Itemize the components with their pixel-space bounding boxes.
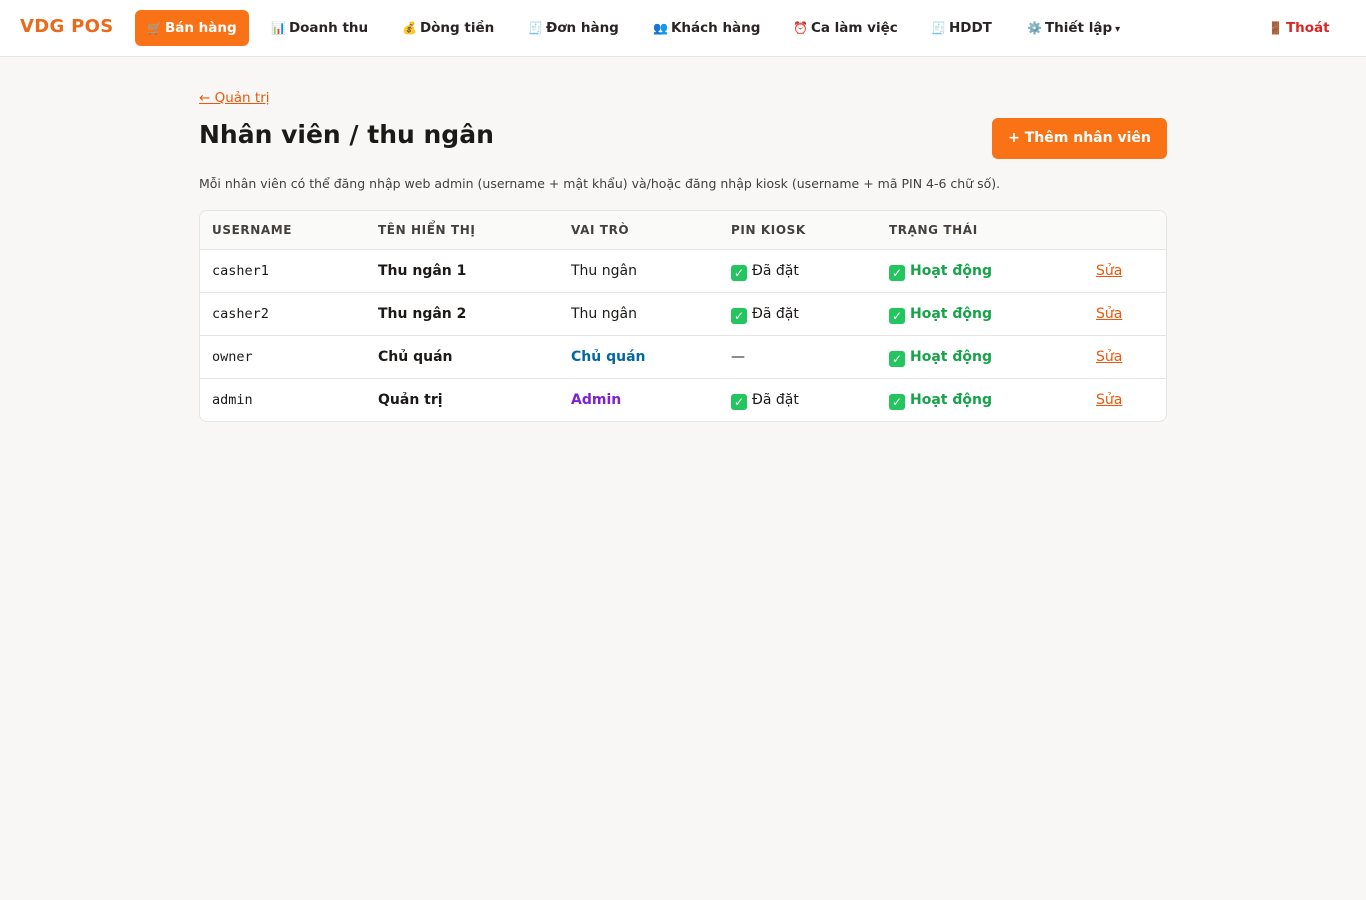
table-row: owner Chủ quán Chủ quán — ✓ Hoạt động Sửa bbox=[200, 336, 1166, 379]
pin-cell: ✓ Đã đặt bbox=[731, 306, 799, 324]
nav-item-dong-tien[interactable]: 💰 Dòng tiền bbox=[402, 10, 494, 46]
nav-item-label: Đơn hàng bbox=[545, 20, 619, 36]
role-cell: Thu ngân bbox=[571, 306, 637, 322]
nav-item-khach-hang[interactable]: 👥 Khách hàng bbox=[653, 10, 760, 46]
column-header-pin-kiosk: PIN KIOSK bbox=[731, 223, 806, 237]
bar-chart-icon: 📊 bbox=[271, 21, 286, 35]
status-badge: ✓ Hoạt động bbox=[889, 349, 992, 367]
check-icon: ✓ bbox=[731, 308, 747, 324]
edit-link[interactable]: Sửa bbox=[1096, 349, 1122, 365]
nav-item-label: Dòng tiền bbox=[419, 20, 495, 36]
nav-item-hddt[interactable]: 🧾 HDDT bbox=[931, 10, 992, 46]
pin-status-text: Đã đặt bbox=[752, 263, 799, 279]
column-header-username: USERNAME bbox=[212, 223, 293, 237]
back-link-quan-tri[interactable]: ← Quản trị bbox=[199, 90, 270, 106]
pin-cell: ✓ Đã đặt bbox=[731, 263, 799, 281]
username-cell: owner bbox=[212, 349, 253, 365]
check-icon: ✓ bbox=[731, 265, 747, 281]
display-name-cell: Thu ngân 2 bbox=[378, 306, 467, 322]
people-icon: 👥 bbox=[653, 21, 668, 35]
edit-link[interactable]: Sửa bbox=[1096, 306, 1122, 322]
check-icon: ✓ bbox=[889, 351, 905, 367]
pin-cell: — bbox=[731, 349, 745, 365]
check-icon: ✓ bbox=[889, 265, 905, 281]
table-row: casher2 Thu ngân 2 Thu ngân ✓ Đã đặt ✓ Hoạ… bbox=[200, 293, 1166, 336]
page-title: Nhân viên / thu ngân bbox=[199, 120, 494, 149]
display-name-cell: Quản trị bbox=[378, 392, 443, 408]
pin-cell: ✓ Đã đặt bbox=[731, 392, 799, 410]
table-header: USERNAME TÊN HIỂN THỊ VAI TRÒ PIN KIOSK … bbox=[200, 211, 1166, 250]
status-badge: ✓ Hoạt động bbox=[889, 263, 992, 281]
page-description: Mỗi nhân viên có thể đăng nhập web admin… bbox=[199, 176, 1001, 191]
status-text: Hoạt động bbox=[910, 349, 992, 365]
gear-icon: ⚙️ bbox=[1027, 21, 1042, 35]
check-icon: ✓ bbox=[889, 308, 905, 324]
top-navbar: VDG POS 🛒 Bán hàng 📊 Doanh thu 💰 Dòng tiền … bbox=[0, 0, 1366, 57]
role-cell: Thu ngân bbox=[571, 263, 637, 279]
receipt-icon: 🧾 bbox=[931, 21, 946, 35]
status-badge: ✓ Hoạt động bbox=[889, 306, 992, 324]
nav-item-label: Khách hàng bbox=[670, 20, 761, 36]
brand-logo[interactable]: VDG POS bbox=[20, 16, 113, 37]
status-text: Hoạt động bbox=[910, 392, 992, 408]
pin-status-text: Đã đặt bbox=[752, 306, 799, 322]
add-employee-button[interactable]: + Thêm nhân viên bbox=[992, 118, 1167, 159]
door-icon: 🚪 bbox=[1268, 21, 1283, 35]
nav-item-don-hang[interactable]: 🧾 Đơn hàng bbox=[528, 10, 619, 46]
nav-item-ban-hang[interactable]: 🛒 Bán hàng bbox=[135, 10, 249, 46]
status-text: Hoạt động bbox=[910, 306, 992, 322]
display-name-cell: Thu ngân 1 bbox=[378, 263, 467, 279]
nav-item-label: Doanh thu bbox=[288, 20, 369, 36]
username-cell: casher2 bbox=[212, 306, 269, 322]
nav-item-label: Thiết lập bbox=[1044, 20, 1113, 36]
table-row: admin Quản trị Admin ✓ Đã đặt ✓ Hoạt động … bbox=[200, 379, 1166, 421]
role-cell: Chủ quán bbox=[571, 349, 646, 365]
receipt-icon: 🧾 bbox=[528, 21, 543, 35]
nav-item-label: Bán hàng bbox=[164, 20, 237, 36]
check-icon: ✓ bbox=[889, 394, 905, 410]
nav-item-thiet-lap[interactable]: ⚙️ Thiết lập ▾ bbox=[1027, 10, 1120, 46]
logout-label: Thoát bbox=[1285, 20, 1330, 36]
chevron-down-icon: ▾ bbox=[1115, 24, 1121, 35]
check-icon: ✓ bbox=[731, 394, 747, 410]
table-row: casher1 Thu ngân 1 Thu ngân ✓ Đã đặt ✓ Hoạ… bbox=[200, 250, 1166, 293]
username-cell: casher1 bbox=[212, 263, 269, 279]
nav-item-ca-lam-viec[interactable]: ⏰ Ca làm việc bbox=[793, 10, 898, 46]
column-header-display-name: TÊN HIỂN THỊ bbox=[378, 223, 476, 237]
nav-item-doanh-thu[interactable]: 📊 Doanh thu bbox=[271, 10, 368, 46]
nav-item-label: HDDT bbox=[948, 20, 992, 36]
username-cell: admin bbox=[212, 392, 253, 408]
logout-button[interactable]: 🚪 Thoát bbox=[1268, 10, 1330, 46]
column-header-role: VAI TRÒ bbox=[571, 223, 630, 237]
cart-icon: 🛒 bbox=[147, 21, 162, 35]
status-badge: ✓ Hoạt động bbox=[889, 392, 992, 410]
display-name-cell: Chủ quán bbox=[378, 349, 453, 365]
money-bag-icon: 💰 bbox=[402, 21, 417, 35]
status-text: Hoạt động bbox=[910, 263, 992, 279]
alarm-clock-icon: ⏰ bbox=[793, 21, 808, 35]
edit-link[interactable]: Sửa bbox=[1096, 263, 1122, 279]
pin-status-text: Đã đặt bbox=[752, 392, 799, 408]
employee-table: USERNAME TÊN HIỂN THỊ VAI TRÒ PIN KIOSK … bbox=[199, 210, 1167, 422]
column-header-status: TRẠNG THÁI bbox=[889, 223, 978, 237]
role-cell: Admin bbox=[571, 392, 622, 408]
edit-link[interactable]: Sửa bbox=[1096, 392, 1122, 408]
nav-item-label: Ca làm việc bbox=[810, 20, 898, 36]
